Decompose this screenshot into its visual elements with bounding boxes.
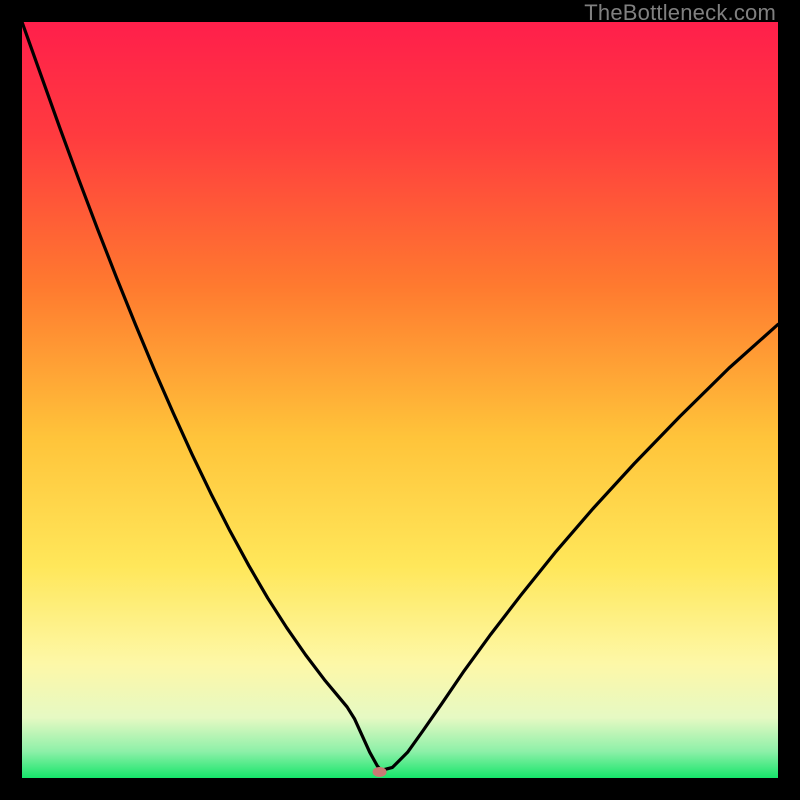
watermark-label: TheBottleneck.com (584, 0, 776, 26)
chart-frame (22, 22, 778, 778)
bottleneck-chart (22, 22, 778, 778)
chart-background (22, 22, 778, 778)
curve-minimum-marker (373, 767, 387, 777)
